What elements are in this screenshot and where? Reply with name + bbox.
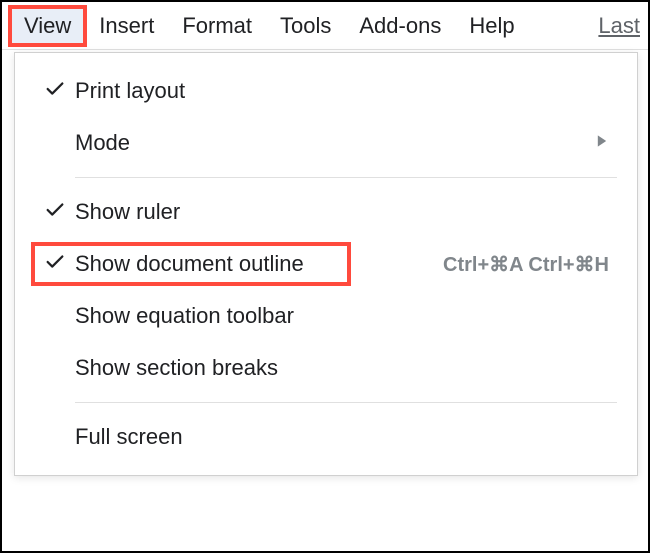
show-outline-shortcut: Ctrl+⌘A Ctrl+⌘H [443, 252, 617, 277]
menu-insert-label: Insert [99, 13, 154, 38]
check-icon [44, 199, 66, 226]
menubar: View Insert Format Tools Add-ons Help La… [2, 2, 648, 50]
menu-tools[interactable]: Tools [266, 7, 345, 45]
mode-label: Mode [75, 130, 130, 156]
menu-addons[interactable]: Add-ons [345, 7, 455, 45]
show-outline-label: Show document outline [75, 251, 304, 277]
menu-addons-label: Add-ons [359, 13, 441, 38]
divider [75, 402, 617, 403]
check-icon [44, 78, 66, 105]
menu-show-equation-toolbar[interactable]: Show equation toolbar [15, 290, 637, 342]
menu-format[interactable]: Format [168, 7, 266, 45]
menu-full-screen[interactable]: Full screen [15, 411, 637, 463]
print-layout-label: Print layout [75, 78, 185, 104]
last-edit-label: Last [598, 13, 640, 38]
menu-print-layout[interactable]: Print layout [15, 65, 637, 117]
menu-format-label: Format [182, 13, 252, 38]
submenu-arrow-icon [595, 134, 617, 153]
menu-mode[interactable]: Mode [15, 117, 637, 169]
full-screen-label: Full screen [75, 424, 183, 450]
show-ruler-label: Show ruler [75, 199, 180, 225]
last-edit-link[interactable]: Last [584, 7, 640, 45]
menu-show-section-breaks[interactable]: Show section breaks [15, 342, 637, 394]
check-icon [44, 251, 66, 278]
menu-help-label: Help [469, 13, 514, 38]
menu-view-label: View [24, 13, 71, 38]
menu-insert[interactable]: Insert [85, 7, 168, 45]
show-equation-label: Show equation toolbar [75, 303, 294, 329]
divider [75, 177, 617, 178]
menu-show-ruler[interactable]: Show ruler [15, 186, 637, 238]
show-section-label: Show section breaks [75, 355, 278, 381]
menu-show-document-outline[interactable]: Show document outline Ctrl+⌘A Ctrl+⌘H [15, 238, 637, 290]
view-dropdown: Print layout Mode Show ruler Show docume… [14, 52, 638, 476]
menu-help[interactable]: Help [455, 7, 528, 45]
menu-tools-label: Tools [280, 13, 331, 38]
menu-view[interactable]: View [10, 7, 85, 45]
